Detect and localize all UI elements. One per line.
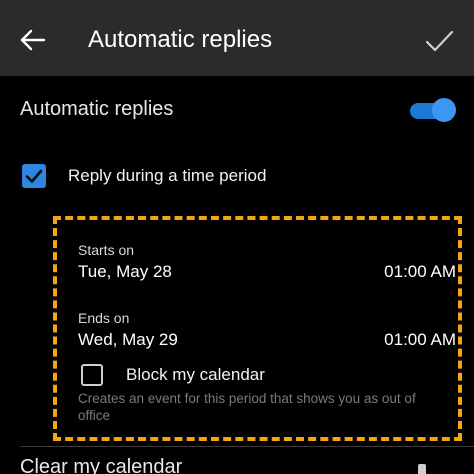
reply-period-label: Reply during a time period (68, 166, 267, 185)
toggle-thumb (432, 98, 456, 122)
reply-period-row: Reply during a time period (0, 150, 474, 204)
automatic-replies-screen: Automatic replies Automatic replies Repl… (0, 0, 474, 474)
block-calendar-label: Block my calendar (126, 365, 265, 384)
start-date: Tue, May 28 (78, 262, 172, 281)
back-button[interactable] (16, 24, 52, 60)
reply-period-checkbox[interactable] (22, 164, 46, 188)
checkmark-icon (25, 169, 43, 183)
row-chevron-icon (418, 464, 426, 474)
checkmark-icon (425, 30, 454, 52)
automatic-replies-toggle[interactable] (410, 98, 456, 122)
confirm-button[interactable] (422, 24, 458, 60)
automatic-replies-row: Automatic replies (0, 80, 474, 140)
end-date: Wed, May 29 (78, 330, 178, 349)
block-calendar-checkbox[interactable] (81, 364, 103, 386)
page-title: Automatic replies (88, 26, 273, 53)
starts-on-caption: Starts on (78, 242, 135, 258)
starts-on-field[interactable]: Starts on Tue, May 28 01:00 AM (78, 241, 458, 293)
automatic-replies-label: Automatic replies (20, 98, 174, 120)
clear-calendar-row[interactable]: Clear my calendar (20, 452, 182, 474)
ends-on-field[interactable]: Ends on Wed, May 29 01:00 AM (78, 309, 458, 361)
app-bar: Automatic replies (0, 0, 474, 76)
ends-on-caption: Ends on (78, 310, 130, 326)
arrow-left-icon (20, 29, 46, 51)
start-time[interactable]: 01:00 AM (384, 260, 456, 284)
block-calendar-row: Block my calendar (78, 362, 458, 390)
end-time[interactable]: 01:00 AM (384, 328, 456, 352)
divider (20, 446, 474, 447)
block-calendar-description: Creates an event for this period that sh… (78, 391, 416, 423)
